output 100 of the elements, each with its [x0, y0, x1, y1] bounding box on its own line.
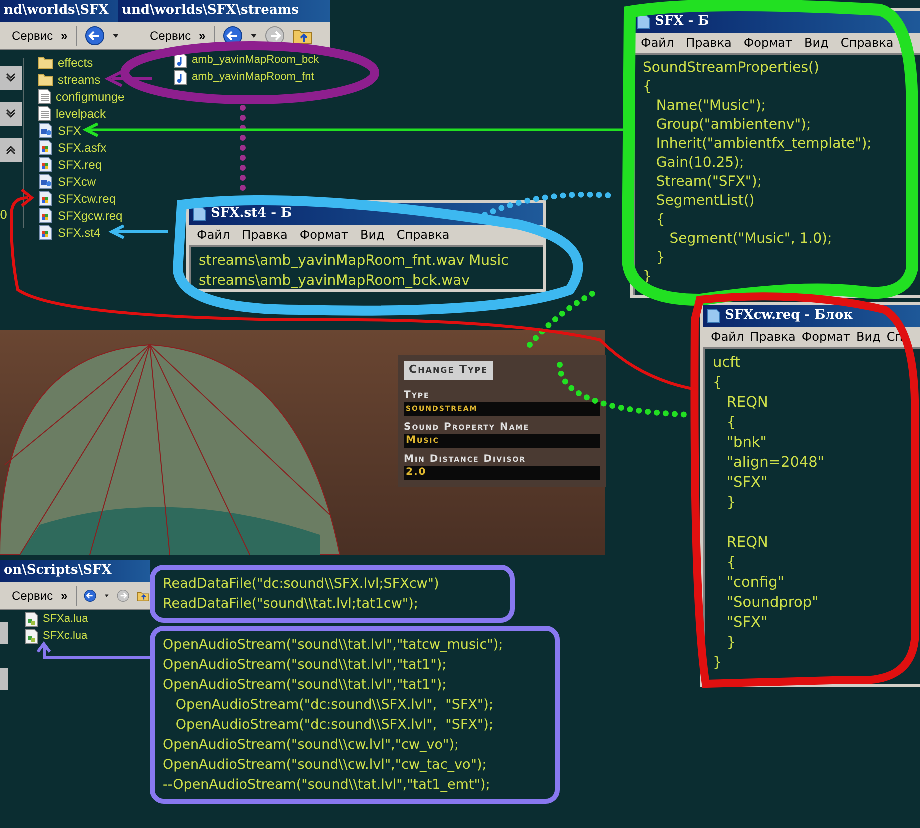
overflow-chevron[interactable]: »: [61, 26, 68, 44]
code-line: ucft: [713, 354, 742, 373]
overflow-chevron[interactable]: »: [61, 586, 68, 604]
menu-item[interactable]: Справка: [396, 226, 450, 244]
menu-item[interactable]: Файл: [711, 328, 744, 346]
code-line: "config": [726, 574, 786, 593]
window-title: SFX.st4 - Б: [211, 205, 292, 224]
folder-icon: [38, 72, 54, 86]
document-icon: [38, 224, 54, 240]
menu-item[interactable]: Файл: [197, 226, 230, 244]
code-line: OpenAudioStream("sound\\tat.lvl","tatcw_music");: [163, 636, 504, 655]
menu-item[interactable]: Формат: [744, 34, 793, 52]
file-name[interactable]: SFXa.lua: [43, 611, 88, 628]
menu-item[interactable]: Правка: [750, 328, 796, 346]
chevron-up-icon: [6, 145, 16, 155]
file-name[interactable]: configmunge: [56, 88, 125, 106]
code-line: SegmentList(): [655, 192, 756, 211]
document-icon: [38, 208, 54, 224]
code-line: {: [713, 374, 724, 393]
arrow-annotation: [104, 70, 152, 88]
chevron-down-icon: [6, 109, 16, 119]
file-name[interactable]: SFX: [58, 122, 82, 140]
text-file-icon: [38, 88, 52, 104]
expander-button[interactable]: [0, 138, 22, 162]
file-name[interactable]: streams: [58, 70, 101, 88]
code-line: Stream("SFX");: [655, 173, 764, 192]
field-label: Sound Property Name: [404, 422, 531, 434]
value-field[interactable]: Music: [404, 434, 600, 448]
code-line: OpenAudioStream("sound\\tat.lvl","tat1");: [163, 656, 448, 675]
code-line: "Soundprop": [726, 594, 820, 613]
code-line: OpenAudioStream("dc:sound\\SFX.lvl", "SFX");: [174, 696, 494, 715]
menu-item[interactable]: Вид: [360, 226, 385, 244]
notepad-icon: [707, 308, 721, 324]
menu-item[interactable]: Справка: [840, 34, 894, 52]
forward-icon[interactable]: [264, 26, 285, 46]
dropdown-caret-icon[interactable]: [250, 34, 257, 38]
code-line: }: [643, 268, 653, 287]
file-name[interactable]: SFX.req: [58, 156, 102, 174]
menu-item[interactable]: Правка: [686, 34, 732, 52]
menu-item[interactable]: Сервис: [150, 26, 192, 44]
code-line: streams\amb_yavinMapRoom_fnt.wav Music: [199, 252, 510, 271]
file-name[interactable]: SFXc.lua: [43, 628, 88, 645]
code-line: }: [655, 249, 666, 268]
document-icon: [38, 156, 54, 172]
menu-item[interactable]: Правка: [242, 226, 288, 244]
code-line: }: [713, 654, 724, 673]
file-name[interactable]: SFXcw.req: [58, 190, 116, 208]
dropdown-caret-icon[interactable]: [112, 34, 119, 38]
script-file-icon: [25, 628, 39, 644]
code-line: }: [726, 634, 738, 653]
menu-item[interactable]: Формат: [300, 226, 349, 244]
value-field[interactable]: soundstream: [404, 402, 600, 416]
menu-item[interactable]: Файл: [641, 34, 674, 52]
field-label: Min Distance Divisor: [404, 454, 528, 466]
code-line: "SFX": [726, 614, 769, 633]
code-line: Name("Music");: [655, 97, 768, 116]
code-line: Gain(10.25);: [655, 154, 746, 173]
value-field[interactable]: 2.0: [404, 466, 600, 480]
text-file-icon: [38, 106, 52, 122]
menu-item[interactable]: Сервис: [12, 586, 54, 604]
file-name[interactable]: levelpack: [56, 104, 106, 122]
media-file-icon: [38, 174, 54, 190]
menu-item[interactable]: Вид: [856, 328, 881, 346]
code-line: Inherit("ambientfx_template");: [655, 135, 873, 154]
window-title: und\worlds\SFX\streams: [122, 2, 299, 20]
menu-item[interactable]: Сервис: [12, 26, 54, 44]
window-title: SFXcw.req - Блок: [725, 307, 854, 326]
file-name[interactable]: effects: [58, 54, 94, 72]
code-line: REQN: [726, 394, 770, 413]
overflow-chevron[interactable]: »: [199, 26, 206, 44]
menu-item[interactable]: Формат: [802, 328, 851, 346]
code-line: Group("ambientenv");: [655, 116, 812, 135]
code-line: OpenAudioStream("sound\\tat.lvl","tat1");: [163, 676, 448, 695]
back-icon[interactable]: [84, 26, 105, 46]
file-name[interactable]: SFXcw: [58, 172, 96, 190]
file-name[interactable]: SFXgcw.req: [58, 206, 123, 224]
change-type-button[interactable]: Change Type: [404, 361, 494, 380]
notepad-icon: [193, 206, 207, 222]
code-line: {: [726, 554, 738, 573]
code-line: "align=2048": [726, 454, 826, 473]
code-line: --OpenAudioStream("sound\\tat.lvl","tat1_emt");: [163, 776, 492, 795]
code-line: OpenAudioStream("dc:sound\\SFX.lvl", "SFX");: [174, 716, 494, 735]
pane-text-fragment: 0: [0, 207, 9, 224]
dropdown-caret-icon[interactable]: [105, 594, 109, 598]
file-name[interactable]: SFX.st4: [58, 224, 101, 242]
file-name[interactable]: amb_yavinMapRoom_bck: [192, 52, 320, 69]
script-file-icon: [25, 612, 39, 628]
code-line: streams\amb_yavinMapRoom_bck.wav: [199, 272, 471, 289]
code-line: SoundStreamProperties(): [643, 59, 820, 78]
sound-file-icon: [174, 70, 188, 86]
code-line: REQN: [726, 534, 770, 553]
file-name[interactable]: amb_yavinMapRoom_fnt: [192, 69, 314, 86]
expander-button[interactable]: [0, 66, 22, 90]
expander-button[interactable]: [0, 102, 22, 126]
code-line: OpenAudioStream("sound\\cw.lvl","cw_tac_vo");: [163, 756, 488, 775]
code-line: OpenAudioStream("sound\\cw.lvl","cw_vo");: [163, 736, 460, 755]
code-line: Segment("Music", 1.0);: [668, 230, 834, 249]
menu-item[interactable]: Вид: [804, 34, 829, 52]
code-line: }: [726, 494, 738, 513]
file-name[interactable]: SFX.asfx: [58, 138, 107, 156]
